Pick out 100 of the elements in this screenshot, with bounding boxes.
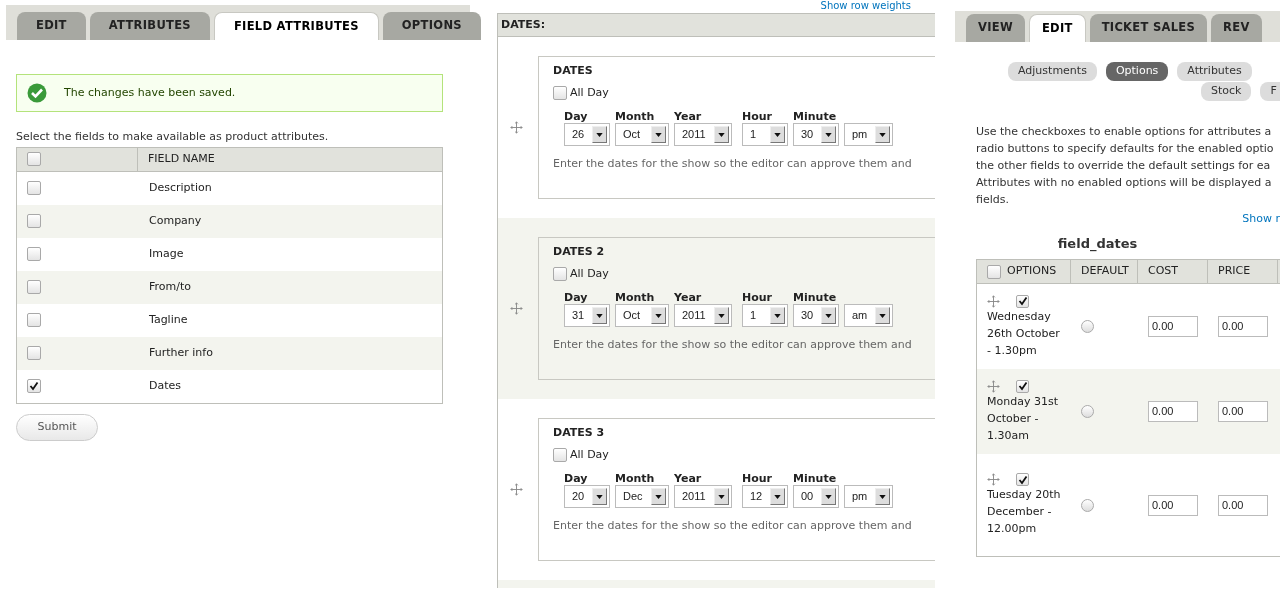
- cost-field[interactable]: 0.00: [1148, 401, 1198, 422]
- select-field[interactable]: 1: [742, 123, 788, 146]
- tab[interactable]: REV: [1211, 14, 1262, 42]
- submit-button[interactable]: Submit: [16, 413, 98, 441]
- select-field[interactable]: 2011: [674, 123, 732, 146]
- checkbox[interactable]: [27, 346, 41, 360]
- help-text: Use the checkboxes to enable options for attributes a radio buttons to specify defaults for the enabled optio the other fields to override the default settings for ea Attributes with no enabled options will be displayed a fields.: [976, 124, 1275, 208]
- field-label: Day: [564, 291, 589, 304]
- field-name: Company: [148, 212, 202, 229]
- field-label: Year: [674, 291, 703, 304]
- field-name: Dates: [148, 377, 182, 394]
- subtab-pill[interactable]: F: [1260, 82, 1280, 101]
- tab[interactable]: ATTRIBUTES: [89, 12, 210, 40]
- select-field[interactable]: 20: [564, 485, 610, 508]
- caret-icon: [596, 313, 603, 318]
- checkbox[interactable]: [27, 214, 41, 228]
- caret-icon: [655, 313, 662, 318]
- select-field[interactable]: 26: [564, 123, 610, 146]
- intro-text: Select the fields to make available as product attributes.: [16, 129, 330, 145]
- caret-icon: [718, 494, 725, 499]
- checkbox[interactable]: [553, 447, 567, 462]
- select-field[interactable]: pm: [844, 485, 893, 508]
- select-field[interactable]: Oct: [615, 304, 669, 327]
- tab[interactable]: TICKET SALES: [1089, 14, 1208, 42]
- drag-handle-icon[interactable]: [510, 121, 523, 134]
- checkbox[interactable]: [27, 313, 41, 327]
- select-field[interactable]: Oct: [615, 123, 669, 146]
- select-field[interactable]: 2011: [674, 304, 732, 327]
- cost-field[interactable]: 0.00: [1148, 494, 1198, 516]
- subtab-pill[interactable]: Attributes: [1177, 62, 1252, 81]
- tab[interactable]: FIELD ATTRIBUTES: [213, 12, 379, 40]
- field-name: Image: [148, 245, 184, 262]
- tab[interactable]: VIEW: [966, 14, 1025, 42]
- show-row-weights-link[interactable]: Show row weights: [820, 0, 911, 12]
- field-label: Year: [674, 110, 703, 123]
- cost-field[interactable]: 0.00: [1148, 316, 1198, 337]
- checkbox-label: All Day: [570, 446, 609, 463]
- select-field[interactable]: 30: [793, 304, 839, 327]
- checkbox[interactable]: [987, 264, 1001, 279]
- caret-icon: [655, 132, 662, 137]
- field-label: Month: [615, 472, 656, 485]
- drag-handle-icon[interactable]: [987, 294, 1000, 308]
- column-header: OPTIONS: [1007, 263, 1057, 280]
- option-label: Tuesday 20th December - 12.00pm: [987, 487, 1062, 537]
- price-field[interactable]: 0.00: [1218, 494, 1268, 516]
- subtab-pill[interactable]: Options: [1105, 62, 1169, 81]
- caret-icon: [718, 313, 725, 318]
- tab[interactable]: OPTIONS: [382, 12, 481, 40]
- select-field[interactable]: 12: [742, 485, 788, 508]
- caret-icon: [655, 494, 662, 499]
- subtab-pill[interactable]: Adjustments: [1008, 62, 1097, 81]
- field-label: Year: [674, 472, 703, 485]
- checkbox[interactable]: [27, 247, 41, 261]
- field-label: Month: [615, 110, 656, 123]
- checkbox[interactable]: [1016, 379, 1029, 393]
- caret-icon: [774, 494, 781, 499]
- select-field[interactable]: 2011: [674, 485, 732, 508]
- select-field[interactable]: am: [844, 304, 893, 327]
- checkbox-label: All Day: [570, 84, 609, 101]
- field-label: Day: [564, 472, 589, 485]
- checkbox[interactable]: [553, 266, 567, 281]
- drag-handle-icon[interactable]: [987, 379, 1000, 393]
- tab[interactable]: EDIT: [17, 12, 86, 40]
- select-field[interactable]: pm: [844, 123, 893, 146]
- checkbox[interactable]: [1016, 294, 1029, 308]
- show-row-weights-link[interactable]: Show r: [1242, 211, 1280, 228]
- drag-handle-icon[interactable]: [510, 302, 523, 315]
- select-field[interactable]: 30: [793, 123, 839, 146]
- field-label: Minute: [793, 291, 838, 304]
- select-field[interactable]: Dec: [615, 485, 669, 508]
- price-field[interactable]: 0.00: [1218, 401, 1268, 422]
- default-radio[interactable]: [1081, 320, 1094, 333]
- column-header: DEFAULT: [1081, 263, 1129, 280]
- checkbox[interactable]: [27, 280, 41, 294]
- checkbox[interactable]: [1016, 473, 1029, 486]
- checkbox[interactable]: [27, 181, 41, 195]
- field-label: Minute: [793, 472, 838, 485]
- field-description: Enter the dates for the show so the editor can approve them and: [553, 337, 913, 353]
- field-description: Enter the dates for the show so the editor can approve them and: [553, 518, 913, 534]
- checkbox[interactable]: [27, 379, 41, 393]
- caret-icon: [718, 132, 725, 137]
- field-label: Hour: [742, 291, 774, 304]
- drag-handle-icon[interactable]: [987, 473, 1000, 486]
- subtab-pill[interactable]: Stock: [1201, 82, 1252, 101]
- select-field[interactable]: 00: [793, 485, 839, 508]
- checkbox[interactable]: [27, 152, 41, 166]
- field-label: Hour: [742, 472, 774, 485]
- price-field[interactable]: 0.00: [1218, 316, 1268, 337]
- default-radio[interactable]: [1081, 498, 1094, 512]
- caret-icon: [596, 494, 603, 499]
- checkbox[interactable]: [553, 85, 567, 100]
- caret-icon: [879, 494, 886, 499]
- select-field[interactable]: 31: [564, 304, 610, 327]
- field-name: Tagline: [148, 311, 188, 328]
- caret-icon: [879, 132, 886, 137]
- default-radio[interactable]: [1081, 405, 1094, 418]
- drag-handle-icon[interactable]: [510, 483, 523, 496]
- select-field[interactable]: 1: [742, 304, 788, 327]
- tab[interactable]: EDIT: [1028, 14, 1086, 42]
- option-label: Wednesday 26th October - 1.30pm: [987, 308, 1061, 359]
